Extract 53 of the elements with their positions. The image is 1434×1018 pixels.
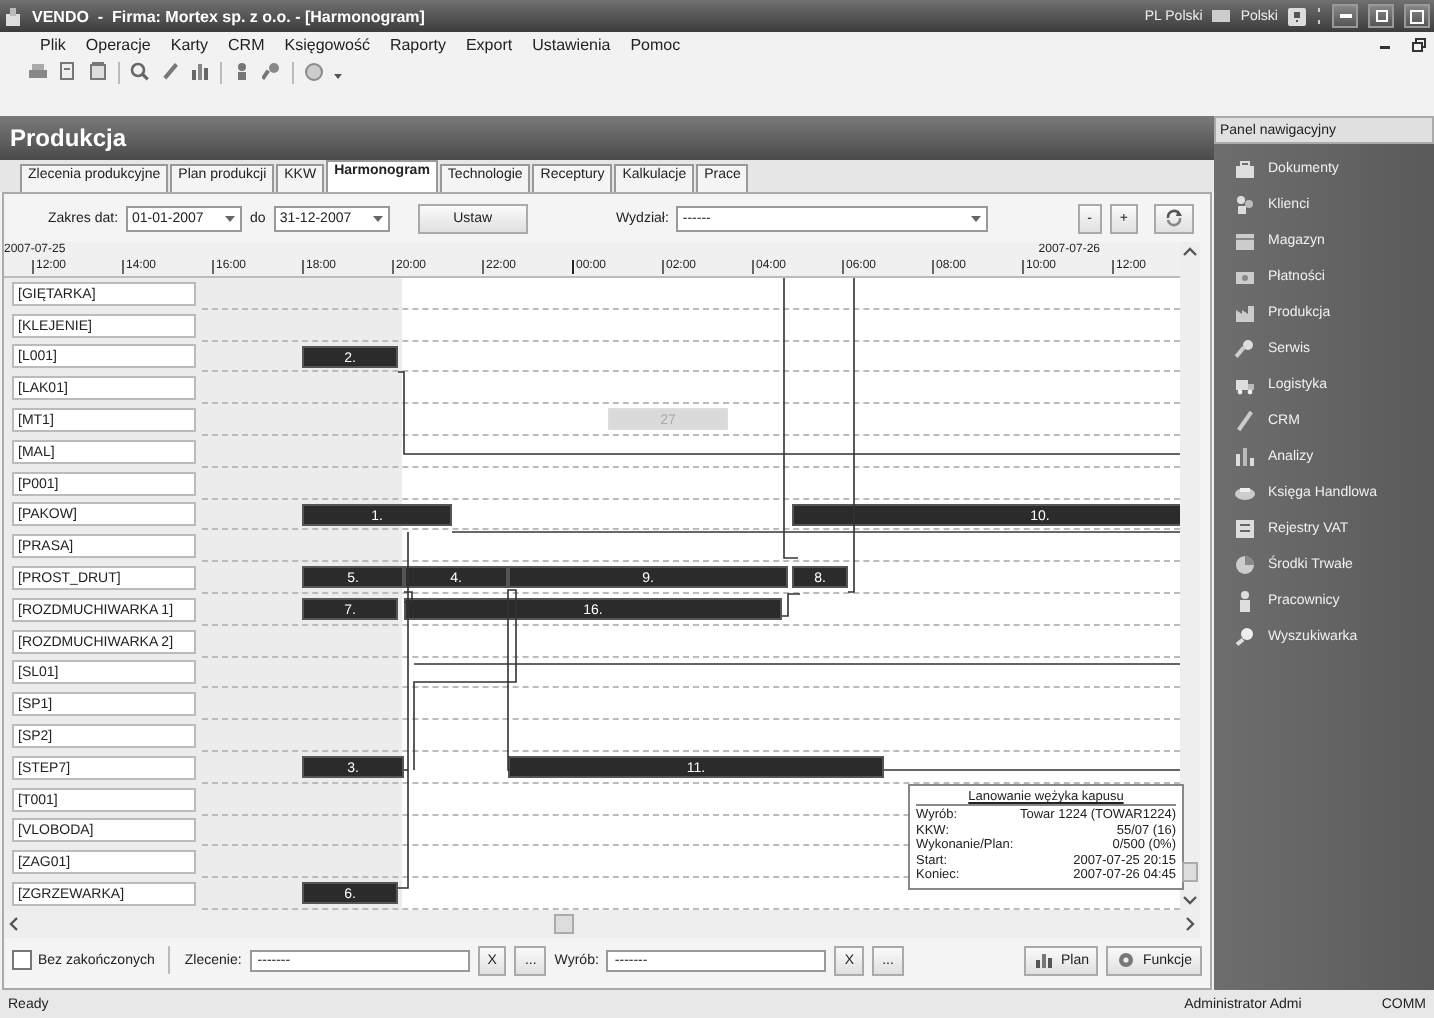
menu-item[interactable]: Operacje: [85, 35, 151, 53]
restore-button[interactable]: [1368, 4, 1394, 28]
minimize-button[interactable]: [1332, 4, 1358, 28]
figure-icon[interactable]: [232, 62, 252, 82]
scroll-right-icon[interactable]: [1180, 914, 1200, 934]
scroll-down-icon[interactable]: [1180, 890, 1200, 910]
horizontal-scrollbar[interactable]: [4, 910, 1200, 938]
app-logo-icon: [4, 7, 22, 25]
module-title: Produkcja: [0, 116, 1214, 160]
refresh-button[interactable]: [1154, 203, 1195, 233]
ledger-icon[interactable]: [1234, 518, 1256, 540]
menu-item[interactable]: Plik: [40, 35, 66, 53]
bar-chart-icon[interactable]: [190, 62, 210, 82]
restore-icon: [1375, 10, 1387, 22]
checkbox[interactable]: [12, 950, 32, 970]
dropdown-arrow-icon: [970, 213, 983, 223]
maximize-icon: [1410, 9, 1424, 23]
bar-chart-icon: [1034, 950, 1055, 970]
refresh-icon: [1164, 208, 1185, 228]
menu-item[interactable]: CRM: [228, 35, 265, 53]
person-icon[interactable]: [1234, 590, 1256, 612]
scroll-thumb[interactable]: [1182, 862, 1198, 882]
briefcase-icon[interactable]: [1234, 158, 1256, 180]
notepad-icon[interactable]: [88, 62, 108, 82]
menu-item[interactable]: Export: [465, 35, 513, 53]
bar-chart-icon[interactable]: [1234, 446, 1256, 468]
dropdown-arrow-icon: [371, 213, 384, 223]
menu-item[interactable]: Karty: [170, 35, 209, 53]
scroll-thumb[interactable]: [554, 914, 574, 934]
pie-icon[interactable]: [1234, 554, 1256, 576]
search-icon[interactable]: [130, 62, 150, 82]
people-icon[interactable]: [1234, 194, 1256, 216]
printer-icon[interactable]: [28, 62, 48, 82]
help-icon[interactable]: [1288, 7, 1306, 25]
box-icon[interactable]: [1234, 230, 1256, 252]
restore-icon[interactable]: [1412, 37, 1426, 51]
menu-item[interactable]: Księgowość: [284, 35, 370, 53]
document-icon[interactable]: [58, 62, 78, 82]
menu-item[interactable]: Ustawienia: [532, 35, 611, 53]
scroll-left-icon[interactable]: [4, 914, 24, 934]
maximize-button[interactable]: [1404, 4, 1430, 28]
cash-icon[interactable]: [1234, 266, 1256, 288]
menu-item[interactable]: Pomoc: [630, 35, 681, 53]
grip-icon: [1316, 6, 1322, 26]
gear-icon: [1116, 950, 1137, 970]
window-title: VENDO - Firma: Mortex sp. z o.o. - [Harmonogram]: [32, 7, 427, 25]
dropdown-arrow-icon: [224, 213, 237, 223]
menu-item[interactable]: Raporty: [389, 35, 446, 53]
search-icon[interactable]: [1234, 626, 1256, 648]
vertical-scrollbar[interactable]: [1180, 242, 1200, 910]
factory-icon[interactable]: [1234, 302, 1256, 324]
minimize-icon: [1339, 14, 1351, 18]
truck-icon[interactable]: [1234, 374, 1256, 396]
